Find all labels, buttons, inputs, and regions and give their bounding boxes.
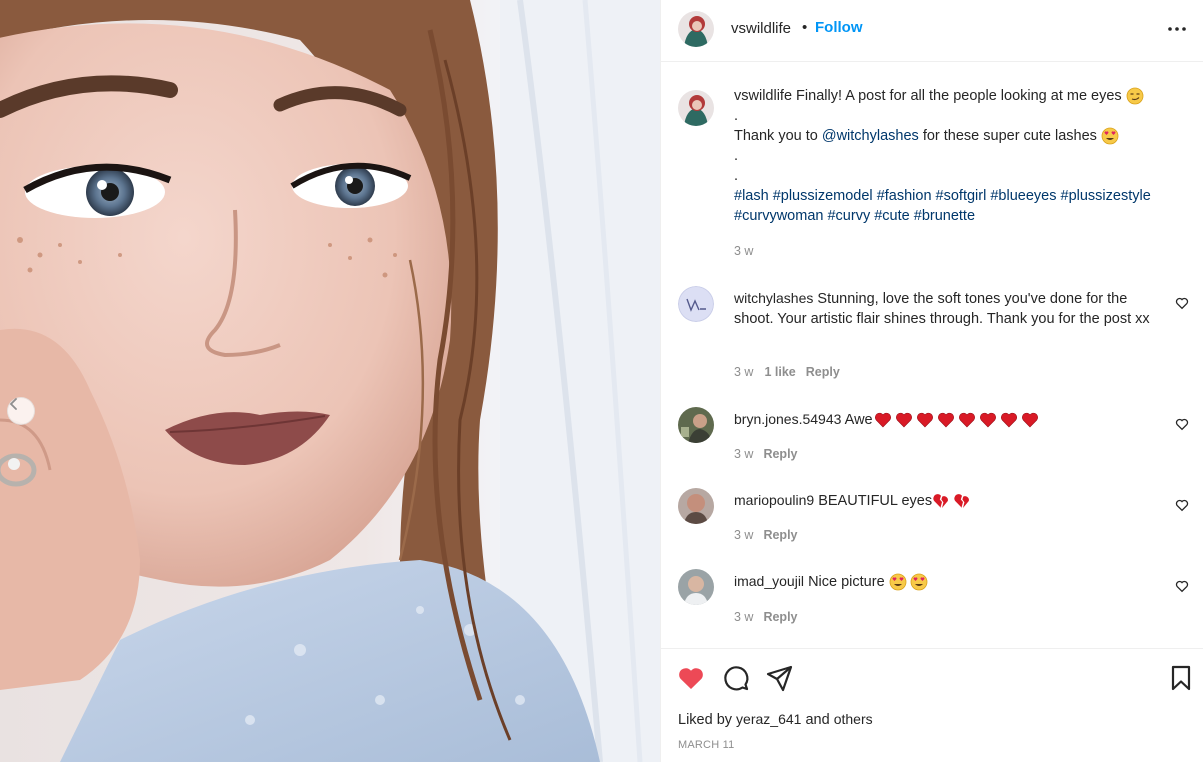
caption-time[interactable]: 3 w — [734, 244, 753, 258]
instagram-post-modal: vswildlife • Follow vswildlife Finally! … — [0, 0, 1203, 762]
caption-timestamp: 3 w — [734, 244, 753, 258]
liked-by-others-link[interactable]: others — [834, 711, 873, 727]
comment-text: imad_youjil Nice picture — [734, 571, 1164, 592]
broken-heart-icon — [954, 494, 970, 509]
post-actions-bar: Liked by yeraz_641 and others MARCH 11 — [661, 648, 1203, 762]
commenter-avatar[interactable] — [678, 488, 714, 524]
commenter-username-link[interactable]: mariopoulin9 — [734, 492, 814, 508]
red-heart-icon — [937, 413, 954, 428]
author-avatar[interactable] — [678, 11, 714, 47]
heart-eyes-emoji-icon — [1101, 127, 1119, 145]
post-photo[interactable] — [0, 0, 660, 762]
hashtag-link[interactable]: #plussizemodel — [773, 188, 873, 204]
like-comment-heart-icon[interactable] — [1175, 498, 1189, 512]
comment-bubble-icon[interactable] — [721, 663, 751, 693]
caption-author-avatar[interactable] — [678, 90, 714, 126]
like-comment-heart-icon[interactable] — [1175, 296, 1189, 310]
post-header: vswildlife • Follow — [661, 0, 1203, 62]
liked-by-username-link[interactable]: yeraz_641 — [736, 711, 801, 727]
heart-eyes-emoji-icon — [910, 573, 928, 591]
smirk-emoji-icon — [1126, 87, 1144, 105]
more-options-icon[interactable] — [1166, 18, 1188, 40]
red-heart-icon — [916, 413, 933, 428]
mention-link-witchylashes[interactable]: @witchylashes — [822, 128, 919, 144]
reply-button[interactable]: Reply — [763, 447, 797, 461]
hashtag-link[interactable]: #blueeyes — [990, 188, 1056, 204]
hashtag-link[interactable]: #lash — [734, 188, 769, 204]
commenter-username-link[interactable]: bryn.jones.54943 — [734, 411, 841, 427]
author-username-link[interactable]: vswildlife — [731, 20, 791, 37]
thank-you-suffix: for these super cute lashes — [922, 128, 1097, 144]
hashtag-link[interactable]: #curvy — [827, 208, 870, 224]
red-heart-icon — [895, 413, 912, 428]
caption-dot-1: . — [734, 108, 739, 124]
comment-time[interactable]: 3 w — [734, 365, 753, 379]
save-bookmark-icon[interactable] — [1166, 663, 1196, 693]
comment-meta: 3 w 1 like Reply — [734, 365, 840, 379]
comment-meta: 3 w Reply — [734, 447, 798, 461]
like-heart-icon[interactable] — [676, 663, 706, 693]
hashtag-link[interactable]: #fashion — [877, 188, 932, 204]
comment-time[interactable]: 3 w — [734, 610, 753, 624]
comment-meta: 3 w Reply — [734, 528, 798, 542]
post-side-panel: vswildlife • Follow vswildlife Finally! … — [660, 0, 1203, 762]
hashtag-link[interactable]: #cute — [874, 208, 909, 224]
reply-button[interactable]: Reply — [763, 610, 797, 624]
caption-username-link[interactable]: vswildlife — [734, 88, 792, 104]
comment-body: Nice picture — [808, 574, 885, 590]
follow-button[interactable]: Follow — [815, 19, 863, 36]
hashtag-link[interactable]: #softgirl — [936, 188, 987, 204]
red-heart-icon — [958, 413, 975, 428]
commenter-avatar[interactable] — [678, 286, 714, 322]
thank-you-prefix: Thank you to — [734, 128, 818, 144]
caption-dot-2: . — [734, 148, 739, 164]
commenter-username-link[interactable]: imad_youjil — [734, 573, 804, 589]
liked-by-prefix: Liked by — [678, 712, 733, 728]
comment-time[interactable]: 3 w — [734, 528, 753, 542]
comment-likes-count[interactable]: 1 like — [764, 365, 795, 379]
comment-body: Awe — [844, 412, 873, 428]
separator-dot: • — [802, 19, 808, 36]
commenter-username-link[interactable]: witchylashes — [734, 290, 813, 306]
heart-eyes-emoji-icon — [889, 573, 907, 591]
chevron-left-icon — [9, 398, 17, 410]
red-hearts-emoji-row — [874, 411, 1039, 429]
red-heart-icon — [1021, 413, 1038, 428]
hashtag-link[interactable]: #plussizestyle — [1061, 188, 1151, 204]
caption-dot-3: . — [734, 168, 739, 184]
red-heart-icon — [874, 413, 891, 428]
share-paper-plane-icon[interactable] — [765, 663, 795, 693]
broken-heart-icon — [933, 494, 949, 509]
reply-button[interactable]: Reply — [806, 365, 840, 379]
previous-image-button[interactable] — [7, 397, 35, 425]
reply-button[interactable]: Reply — [763, 528, 797, 542]
like-comment-heart-icon[interactable] — [1175, 579, 1189, 593]
commenter-avatar[interactable] — [678, 569, 714, 605]
comment-text: witchylashes Stunning, love the soft ton… — [734, 288, 1164, 329]
comment-text: mariopoulin9 BEAUTIFUL eyes — [734, 490, 1164, 511]
liked-by-text: Liked by yeraz_641 and others — [678, 711, 873, 728]
hashtag-list: #lash #plussizemodel #fashion #softgirl … — [734, 186, 1184, 226]
red-heart-icon — [979, 413, 996, 428]
red-heart-icon — [1000, 413, 1017, 428]
caption-line-1: Finally! A post for all the people looki… — [796, 88, 1122, 104]
comment-text: bryn.jones.54943 Awe — [734, 409, 1164, 430]
hashtag-link[interactable]: #brunette — [914, 208, 975, 224]
comment-body: BEAUTIFUL eyes — [818, 493, 933, 509]
comment-meta: 3 w Reply — [734, 610, 798, 624]
commenter-avatar[interactable] — [678, 407, 714, 443]
hashtag-link[interactable]: #curvywoman — [734, 208, 823, 224]
comment-time[interactable]: 3 w — [734, 447, 753, 461]
like-comment-heart-icon[interactable] — [1175, 417, 1189, 431]
liked-by-and: and — [805, 712, 830, 728]
portrait-illustration — [0, 0, 660, 762]
post-date[interactable]: MARCH 11 — [678, 739, 734, 751]
caption-text: vswildlife Finally! A post for all the p… — [734, 86, 1189, 226]
